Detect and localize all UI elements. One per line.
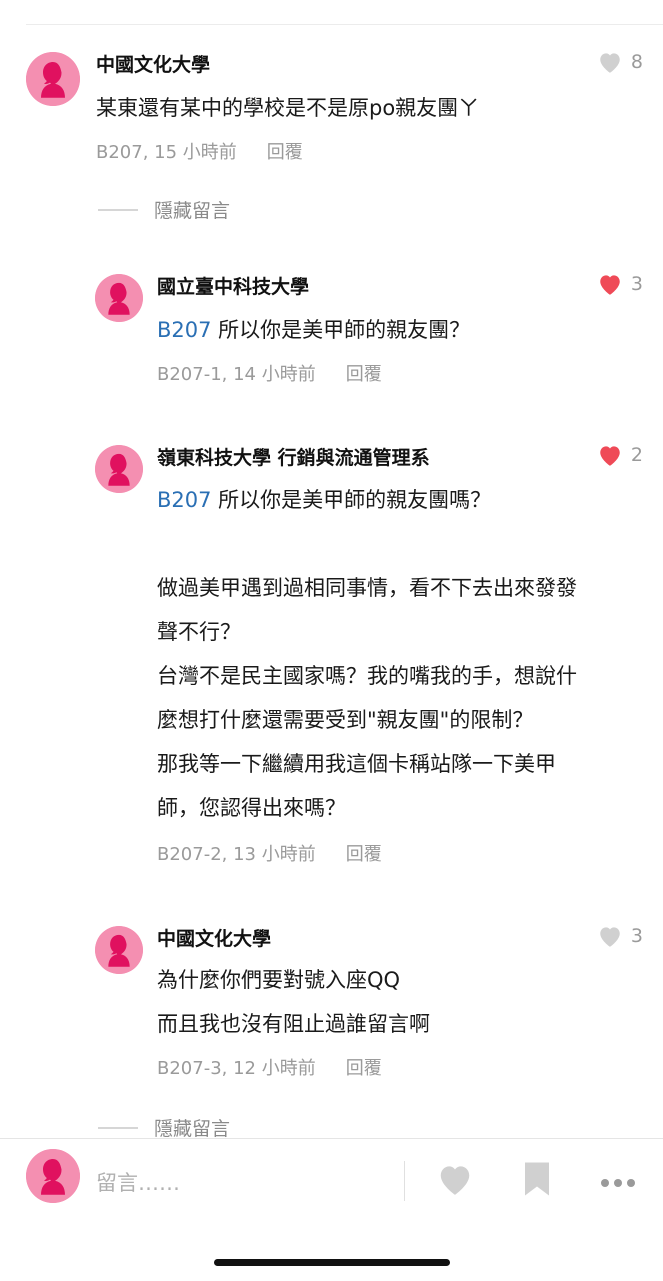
comment-composer-bar: 留言…… [0, 1138, 663, 1281]
like-button[interactable]: 3 [597, 924, 643, 948]
toggle-dash [98, 1126, 138, 1129]
bookmark-icon[interactable] [522, 1161, 552, 1201]
reply-button[interactable]: 回覆 [346, 1058, 382, 1079]
toggle-dash [98, 208, 138, 211]
comment-floor-time: B207, 15 小時前 [96, 142, 237, 163]
hide-replies-label: 隱藏留言 [154, 1118, 231, 1140]
comment-line: 做過美甲遇到過相同事情，看不下去出來發發 [157, 576, 577, 600]
comment-body: B207 所以你是美甲師的親友團嗎？ 做過美甲遇到過相同事情，看不下去出來發發 … [157, 478, 577, 830]
heart-icon [600, 446, 620, 466]
like-button[interactable]: 2 [597, 443, 643, 467]
like-count: 8 [630, 51, 643, 73]
comment-line: B207 所以你是美甲師的親友團？ [157, 308, 470, 352]
comment-line: 某東還有某中的學校是不是原po親友團ㄚ [96, 96, 480, 120]
comment-author[interactable]: 中國文化大學 [157, 924, 271, 951]
comment-line: 為什麼你們要對號入座QQ [157, 968, 401, 992]
mention-link[interactable]: B207 [157, 318, 212, 342]
comment-body: B207 所以你是美甲師的親友團？ [157, 308, 470, 352]
like-count: 3 [630, 273, 643, 295]
comment-line: 台灣不是民主國家嗎？我的嘴我的手，想說什 [157, 664, 577, 688]
comment-meta: B207, 15 小時前 回覆 [96, 138, 303, 164]
comment-meta: B207-2, 13 小時前 回覆 [157, 840, 382, 866]
avatar[interactable] [95, 445, 143, 493]
avatar[interactable] [26, 52, 80, 106]
comment-line: 師，您認得出來嗎？ [157, 796, 346, 820]
comment-line: 那我等一下繼續用我這個卡稱站隊一下美甲 [157, 752, 556, 776]
top-divider [26, 24, 663, 25]
comment-floor-time: B207-3, 12 小時前 [157, 1058, 316, 1079]
comment-body: 某東還有某中的學校是不是原po親友團ㄚ [96, 86, 479, 130]
comment-line: 而且我也沒有阻止過誰留言啊 [157, 1012, 430, 1036]
divider [404, 1161, 405, 1201]
comment-floor-time: B207-1, 14 小時前 [157, 364, 316, 385]
avatar[interactable] [95, 926, 143, 974]
comment-line [157, 522, 577, 566]
hide-replies-label: 隱藏留言 [154, 200, 231, 222]
like-button[interactable]: 8 [597, 50, 643, 74]
hide-replies-toggle[interactable]: 隱藏留言 [98, 196, 230, 223]
avatar[interactable] [95, 274, 143, 322]
comment-meta: B207-3, 12 小時前 回覆 [157, 1054, 382, 1080]
heart-icon [600, 53, 620, 73]
comment-line: 聲不行？ [157, 620, 241, 644]
my-avatar[interactable] [26, 1149, 80, 1203]
hide-replies-toggle[interactable]: 隱藏留言 [98, 1114, 230, 1141]
comment-body: 為什麼你們要對號入座QQ 而且我也沒有阻止過誰留言啊 [157, 958, 430, 1046]
like-button[interactable]: 3 [597, 272, 643, 296]
like-count: 3 [630, 925, 643, 947]
heart-icon [600, 275, 620, 295]
comment-line: B207 所以你是美甲師的親友團嗎？ [157, 478, 577, 522]
mention-link[interactable]: B207 [157, 488, 212, 512]
like-count: 2 [630, 444, 643, 466]
comment-line-text: 所以你是美甲師的親友團嗎？ [211, 488, 492, 512]
comment-floor-time: B207-2, 13 小時前 [157, 844, 316, 865]
comment-author[interactable]: 嶺東科技大學 行銷與流通管理系 [157, 443, 430, 470]
comment-input[interactable]: 留言…… [96, 1167, 180, 1197]
comment-line: 麼想打什麼還需要受到"親友團"的限制？ [157, 708, 534, 732]
home-indicator [214, 1259, 450, 1266]
comment-author[interactable]: 國立臺中科技大學 [157, 272, 309, 299]
reply-button[interactable]: 回覆 [346, 844, 382, 865]
more-icon[interactable] [600, 1173, 636, 1192]
reply-button[interactable]: 回覆 [346, 364, 382, 385]
comment-author[interactable]: 中國文化大學 [96, 50, 210, 77]
heart-icon [600, 927, 620, 947]
comment-line-text: 所以你是美甲師的親友團？ [211, 318, 471, 342]
comment-meta: B207-1, 14 小時前 回覆 [157, 360, 382, 386]
heart-icon[interactable] [436, 1161, 474, 1201]
reply-button[interactable]: 回覆 [267, 142, 303, 163]
